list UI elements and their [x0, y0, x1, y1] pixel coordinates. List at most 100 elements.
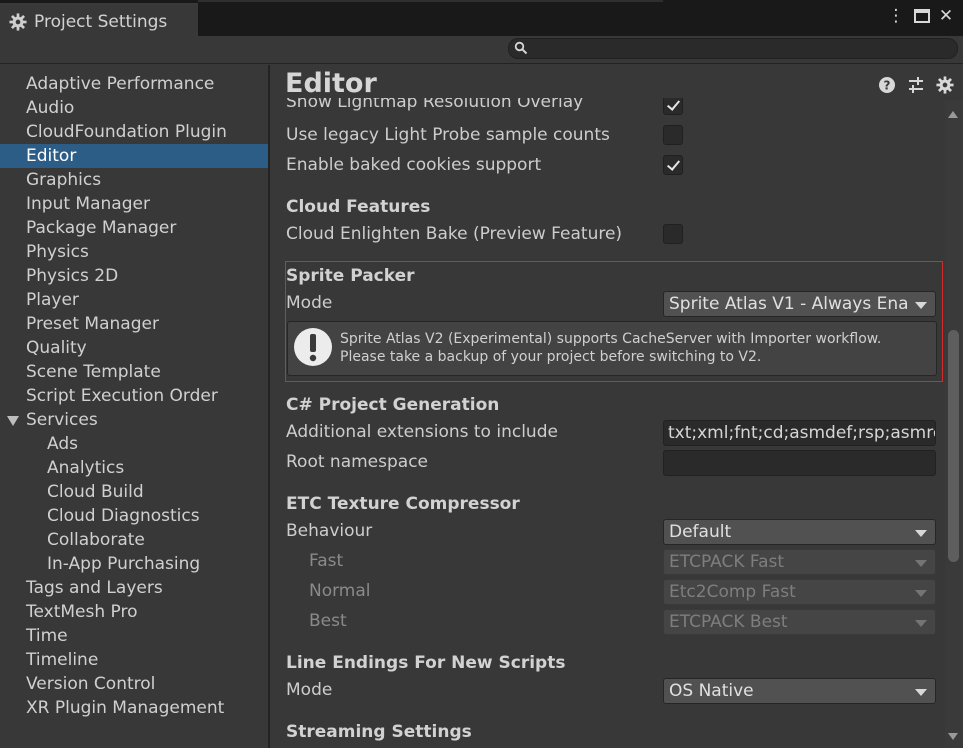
sidebar-item-label: Audio [26, 98, 75, 118]
sidebar-item-collaborate[interactable]: Collaborate [0, 528, 268, 552]
warning-icon [294, 328, 332, 366]
fold-arrow-icon[interactable] [7, 416, 19, 426]
lightmap-overlay-label: Show Lightmap Resolution Overlay [286, 98, 584, 112]
search-input[interactable] [534, 39, 954, 58]
sidebar-item-package-manager[interactable]: Package Manager [0, 216, 268, 240]
scroll-up-arrow-icon[interactable] [948, 111, 958, 118]
sidebar-item-label: Scene Template [26, 362, 161, 382]
sidebar-item-physics-2d[interactable]: Physics 2D [0, 264, 268, 288]
chevron-down-icon [915, 302, 927, 309]
lightmap-overlay-checkbox[interactable] [663, 98, 683, 115]
sidebar-item-xr-plugin-management[interactable]: XR Plugin Management [0, 696, 268, 720]
help-text-line-2: Please take a backup of your project bef… [340, 349, 762, 365]
extensions-label: Additional extensions to include [286, 422, 558, 442]
sidebar-item-analytics[interactable]: Analytics [0, 456, 268, 480]
sidebar-item-editor[interactable]: Editor [0, 144, 268, 168]
tab-strip-line [198, 0, 663, 2]
line-endings-mode-label: Mode [286, 680, 333, 700]
sidebar-item-label: Editor [26, 146, 77, 166]
line-endings-mode-dropdown[interactable]: OS Native [663, 678, 936, 704]
sprite-packer-mode-dropdown[interactable]: Sprite Atlas V1 - Always Enabled [663, 291, 936, 317]
sidebar-item-label: Adaptive Performance [26, 74, 215, 94]
behaviour-label: Behaviour [286, 521, 373, 541]
sidebar-item-label: Time [26, 626, 68, 646]
sidebar-item-scene-template[interactable]: Scene Template [0, 360, 268, 384]
etc-header: ETC Texture Compressor [286, 494, 520, 514]
cloud-enlighten-label: Cloud Enlighten Bake (Preview Feature) [286, 224, 623, 244]
chevron-down-icon [915, 560, 927, 567]
sidebar-item-label: Ads [47, 434, 78, 454]
best-dropdown: ETCPACK Best [663, 609, 936, 635]
chevron-down-icon [915, 530, 927, 537]
legacy-probe-checkbox[interactable] [663, 125, 683, 145]
csharp-header: C# Project Generation [286, 395, 500, 415]
search-icon [514, 41, 528, 55]
sidebar-item-physics[interactable]: Physics [0, 240, 268, 264]
sidebar-item-cloudfoundation-plugin[interactable]: CloudFoundation Plugin [0, 120, 268, 144]
sidebar-item-cloud-build[interactable]: Cloud Build [0, 480, 268, 504]
sprite-packer-header: Sprite Packer [286, 266, 415, 286]
sidebar-item-label: Timeline [26, 650, 99, 670]
sidebar-item-label: XR Plugin Management [26, 698, 225, 718]
window-title: Project Settings [34, 12, 168, 32]
fast-dropdown: ETCPACK Fast [663, 549, 936, 575]
baked-cookies-checkbox[interactable] [663, 155, 683, 175]
help-icon[interactable]: ? [878, 76, 896, 94]
tab-project-settings[interactable]: Project Settings [0, 3, 198, 36]
cloud-enlighten-checkbox[interactable] [663, 224, 683, 244]
sidebar-item-services[interactable]: Services [0, 408, 268, 432]
maximize-icon[interactable] [912, 6, 932, 26]
sidebar-item-label: Input Manager [26, 194, 150, 214]
sidebar-item-label: Package Manager [26, 218, 177, 238]
sidebar-item-in-app-purchasing[interactable]: In-App Purchasing [0, 552, 268, 576]
chevron-down-icon [915, 689, 927, 696]
chevron-down-icon [915, 620, 927, 627]
normal-dropdown: Etc2Comp Fast [663, 579, 936, 605]
clipped-row-container: Show Lightmap Resolution Overlay [270, 98, 945, 120]
svg-text:?: ? [884, 79, 891, 93]
sidebar-item-player[interactable]: Player [0, 288, 268, 312]
sidebar-item-script-execution-order[interactable]: Script Execution Order [0, 384, 268, 408]
sidebar-item-ads[interactable]: Ads [0, 432, 268, 456]
sidebar-item-label: Physics 2D [26, 266, 119, 286]
sidebar-item-label: TextMesh Pro [26, 602, 138, 622]
sidebar-item-tags-and-layers[interactable]: Tags and Layers [0, 576, 268, 600]
behaviour-value: Default [669, 522, 732, 542]
best-value: ETCPACK Best [669, 612, 788, 632]
root-namespace-label: Root namespace [286, 452, 429, 472]
best-label: Best [309, 611, 347, 631]
normal-label: Normal [309, 581, 371, 601]
sidebar-item-label: Graphics [26, 170, 102, 190]
sidebar-item-cloud-diagnostics[interactable]: Cloud Diagnostics [0, 504, 268, 528]
sidebar-item-label: Tags and Layers [26, 578, 163, 598]
sidebar-item-label: Script Execution Order [26, 386, 218, 406]
scrollbar-thumb[interactable] [948, 330, 959, 562]
sidebar-item-label: Cloud Build [47, 482, 144, 502]
sidebar-item-label: CloudFoundation Plugin [26, 122, 227, 142]
sidebar-item-textmesh-pro[interactable]: TextMesh Pro [0, 600, 268, 624]
normal-value: Etc2Comp Fast [669, 582, 796, 602]
sidebar-item-label: Collaborate [47, 530, 145, 550]
scroll-down-arrow-icon[interactable] [948, 733, 958, 740]
kebab-menu-icon[interactable]: ⋮ [886, 6, 906, 26]
sidebar-item-adaptive-performance[interactable]: Adaptive Performance [0, 72, 268, 96]
behaviour-dropdown[interactable]: Default [663, 519, 936, 545]
sidebar-item-label: Player [26, 290, 79, 310]
sidebar-item-graphics[interactable]: Graphics [0, 168, 268, 192]
sidebar-item-preset-manager[interactable]: Preset Manager [0, 312, 268, 336]
sprite-packer-mode-label: Mode [286, 293, 333, 313]
sidebar-item-version-control[interactable]: Version Control [0, 672, 268, 696]
close-icon[interactable]: ✕ [936, 6, 956, 26]
sidebar-item-input-manager[interactable]: Input Manager [0, 192, 268, 216]
extensions-field[interactable]: txt;xml;fnt;cd;asmdef;rsp;asmref [663, 420, 936, 446]
settings-sidebar: Adaptive Performance Audio CloudFoundation… [0, 65, 268, 748]
help-text-line-1: Sprite Atlas V2 (Experimental) supports … [340, 331, 882, 347]
sidebar-item-quality[interactable]: Quality [0, 336, 268, 360]
sidebar-item-timeline[interactable]: Timeline [0, 648, 268, 672]
fast-label: Fast [309, 551, 344, 571]
preset-sliders-icon[interactable] [907, 76, 925, 94]
settings-gear-icon[interactable] [936, 76, 954, 94]
root-namespace-field[interactable] [663, 450, 936, 476]
sidebar-item-audio[interactable]: Audio [0, 96, 268, 120]
sidebar-item-time[interactable]: Time [0, 624, 268, 648]
